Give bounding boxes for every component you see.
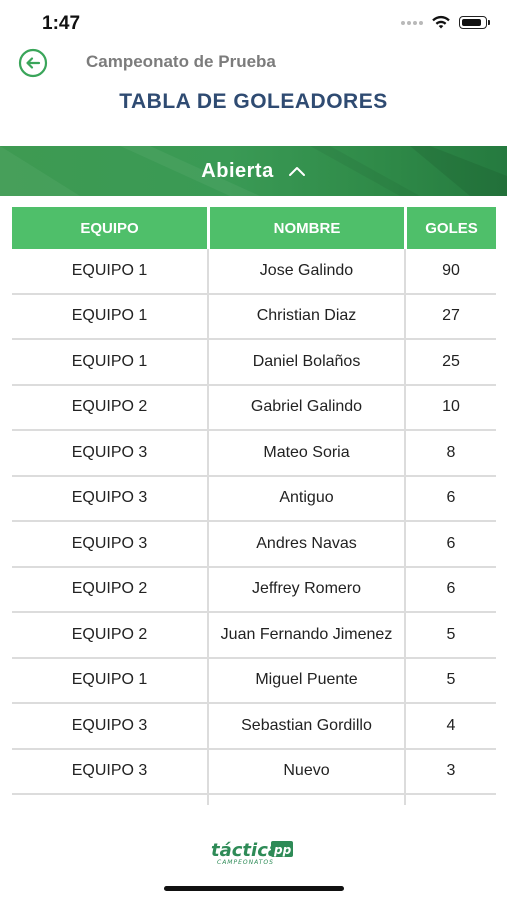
page-title: TABLA DE GOLEADORES xyxy=(119,90,388,113)
goals-cell: 90 xyxy=(404,249,496,293)
table-row[interactable]: EQUIPO 3 Antiguo 6 xyxy=(12,476,496,522)
scorers-table: EQUIPO NOMBRE GOLES EQUIPO 1 Jose Galindo… xyxy=(12,207,496,805)
name-cell: Jeffrey Romero xyxy=(207,567,404,611)
home-indicator[interactable] xyxy=(164,886,344,891)
name-cell: Mateo Soria xyxy=(207,431,404,475)
svg-text:táctica: táctica xyxy=(211,840,280,861)
table-body: EQUIPO 1 Jose Galindo 90 EQUIPO 1 Christian … xyxy=(12,249,496,795)
wifi-icon xyxy=(432,15,450,29)
name-cell: Antiguo xyxy=(207,476,404,520)
table-row[interactable]: EQUIPO 3 Mateo Soria 8 xyxy=(12,431,496,477)
goals-cell: 8 xyxy=(404,431,496,475)
column-header-team[interactable]: EQUIPO xyxy=(12,207,207,249)
goals-cell: 3 xyxy=(404,749,496,793)
name-cell: Nuevo xyxy=(207,749,404,793)
team-cell: EQUIPO 1 xyxy=(71,261,148,279)
status-icons xyxy=(401,15,490,30)
team-cell: EQUIPO 3 xyxy=(71,534,148,552)
table-row-partial xyxy=(12,795,496,805)
team-cell: EQUIPO 3 xyxy=(71,716,148,734)
team-cell: EQUIPO 1 xyxy=(71,307,148,325)
goals-cell: 5 xyxy=(404,658,496,702)
team-cell: EQUIPO 2 xyxy=(71,398,148,416)
table-header: EQUIPO NOMBRE GOLES xyxy=(12,207,496,249)
goals-cell: 10 xyxy=(404,385,496,429)
table-row[interactable]: EQUIPO 1 Miguel Puente 5 xyxy=(12,658,496,704)
table-row[interactable]: EQUIPO 2 Juan Fernando Jimenez 5 xyxy=(12,613,496,659)
team-cell: EQUIPO 2 xyxy=(71,580,148,598)
battery-level xyxy=(462,19,481,26)
category-selector: Abierta xyxy=(0,146,507,196)
team-cell: EQUIPO 1 xyxy=(71,352,148,370)
table-row[interactable]: EQUIPO 3 Nuevo 3 xyxy=(12,749,496,795)
svg-text:pp: pp xyxy=(273,843,292,857)
table-row[interactable]: EQUIPO 3 Andres Navas 6 xyxy=(12,522,496,568)
status-time: 1:47 xyxy=(42,13,81,34)
goals-cell: 25 xyxy=(404,340,496,384)
team-cell: EQUIPO 3 xyxy=(71,443,148,461)
svg-text:CAMPEONATOS: CAMPEONATOS xyxy=(217,859,274,866)
goals-cell: 6 xyxy=(404,567,496,611)
table-row[interactable]: EQUIPO 1 Daniel Bolaños 25 xyxy=(12,340,496,386)
cellular-signal-icon xyxy=(401,20,423,25)
name-cell: Christian Diaz xyxy=(207,294,404,338)
table-row[interactable]: EQUIPO 2 Gabriel Galindo 10 xyxy=(12,385,496,431)
column-header-name[interactable]: NOMBRE xyxy=(207,207,404,249)
goals-cell: 27 xyxy=(404,294,496,338)
back-button[interactable] xyxy=(18,48,48,78)
name-cell: Andres Navas xyxy=(207,522,404,566)
team-cell: EQUIPO 1 xyxy=(71,671,148,689)
name-cell: Gabriel Galindo xyxy=(207,385,404,429)
category-dropdown[interactable]: Abierta xyxy=(0,146,507,196)
tactica-logo-image: táctica pp CAMPEONATOS xyxy=(211,840,293,866)
goals-cell: 5 xyxy=(404,613,496,657)
table-row[interactable]: EQUIPO 2 Jeffrey Romero 6 xyxy=(12,567,496,613)
goals-cell: 4 xyxy=(404,704,496,748)
battery-icon xyxy=(459,16,490,29)
name-cell: Daniel Bolaños xyxy=(207,340,404,384)
name-cell: Miguel Puente xyxy=(207,658,404,702)
team-cell: EQUIPO 2 xyxy=(71,625,148,643)
tactica-logo: táctica pp CAMPEONATOS xyxy=(0,836,507,866)
arrow-left-circle-icon xyxy=(18,48,48,78)
table-row[interactable]: EQUIPO 3 Sebastian Gordillo 4 xyxy=(12,704,496,750)
name-cell: Juan Fernando Jimenez xyxy=(207,613,404,657)
team-cell: EQUIPO 3 xyxy=(71,489,148,507)
chevron-up-icon xyxy=(288,167,305,176)
name-cell: Sebastian Gordillo xyxy=(207,704,404,748)
column-header-goals[interactable]: GOLES xyxy=(404,207,496,249)
table-row[interactable]: EQUIPO 1 Christian Diaz 27 xyxy=(12,294,496,340)
goals-cell: 6 xyxy=(404,522,496,566)
team-cell: EQUIPO 3 xyxy=(71,762,148,780)
table-row[interactable]: EQUIPO 1 Jose Galindo 90 xyxy=(12,249,496,295)
category-label: Abierta xyxy=(201,159,274,182)
status-bar: 1:47 xyxy=(0,0,507,48)
goals-cell: 6 xyxy=(404,476,496,520)
header-title: Campeonato de Prueba xyxy=(86,52,276,71)
name-cell: Jose Galindo xyxy=(207,249,404,293)
